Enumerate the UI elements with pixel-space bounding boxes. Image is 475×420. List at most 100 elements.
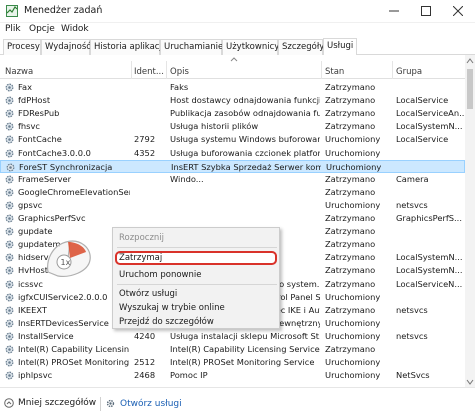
cell-name: Intel(R) PROSet Monitoring...	[18, 357, 130, 368]
cell-name: FontCache3.0.0.0	[18, 147, 91, 158]
column-divider[interactable]	[392, 61, 393, 79]
column-header-pid[interactable]: Ident...	[134, 67, 164, 77]
cell-state: Zatrzymano	[325, 121, 376, 132]
cell-description: Usługa historii plików	[170, 121, 259, 132]
cell-description: InsERT Szybka Sprzedaż Serwer komu...	[171, 161, 321, 172]
menu-separator	[117, 284, 277, 285]
cell-state: Uruchomiony	[325, 370, 381, 381]
menu-separator	[117, 247, 277, 248]
tab-historia-aplikacji[interactable]: Historia aplikacji	[90, 39, 164, 55]
table-row[interactable]: fhsvc Usługa historii plików Zatrzymano Loc…	[0, 120, 465, 133]
table-row[interactable]: InstallService 4240 Usługa instalacji skle…	[0, 330, 465, 343]
window-title: Menedżer zadań	[24, 5, 103, 16]
table-row[interactable]: FontCache3.0.0.0 4352 Usługa buforowania c…	[0, 147, 465, 160]
menu-item-start[interactable]: Rozpocznij	[119, 232, 275, 245]
column-header-name[interactable]: Nazwa	[5, 67, 33, 77]
table-row[interactable]: GraphicsPerfSvc Zatrzymano GraphicsPerfS..…	[0, 212, 465, 225]
table-row[interactable]: FDResPub Publikacja zasobów odnajdowania …	[0, 107, 465, 120]
cell-name: FontCache	[18, 134, 62, 145]
service-gear-icon	[5, 227, 14, 236]
cell-state: Zatrzymano	[325, 252, 376, 263]
cell-description: Pomoc IP	[170, 370, 208, 381]
cell-name: fdPHost	[18, 95, 51, 106]
service-gear-icon	[5, 214, 14, 223]
scroll-thumb[interactable]	[467, 69, 473, 109]
cell-state: Uruchomiony	[325, 147, 381, 158]
column-divider[interactable]	[321, 61, 322, 79]
scroll-down-icon[interactable]	[466, 379, 474, 385]
service-gear-icon	[5, 201, 14, 210]
cell-group: LocalSystemN...	[396, 121, 463, 132]
cell-state: Zatrzymano	[325, 265, 376, 276]
close-button[interactable]	[442, 0, 474, 22]
menu-widok[interactable]: Widok	[61, 24, 89, 34]
cell-name: GraphicsPerfSvc	[18, 213, 86, 223]
mouse-cursor-icon: 1x	[47, 240, 91, 277]
cell-state: Uruchomiony	[326, 161, 382, 172]
services-list: Nazwa Ident... Opis Stan Grupa Fax Faks Za…	[0, 55, 475, 388]
maximize-button[interactable]	[410, 0, 442, 22]
svg-text:1x: 1x	[61, 258, 71, 267]
cell-state: Zatrzymano	[325, 226, 376, 237]
cell-state: Uruchomiony	[325, 134, 381, 145]
column-header-description[interactable]: Opis	[170, 67, 189, 77]
column-header-state[interactable]: Stan	[325, 67, 344, 77]
tab-uzytkownicy[interactable]: Użytkownicy	[222, 39, 279, 55]
cell-name: iphlpsvc	[18, 370, 53, 381]
cell-state: Uruchomiony	[325, 291, 381, 302]
table-row[interactable]: GoogleChromeElevationSer... Zatrzymano	[0, 186, 465, 199]
table-row[interactable]: Intel(R) PROSet Monitoring... 2512 Intel(R…	[0, 356, 465, 369]
menu-item-restart[interactable]: Uruchom ponownie	[119, 269, 275, 282]
service-gear-icon	[5, 188, 14, 197]
cell-group: LocalSystemN...	[396, 265, 463, 276]
table-row[interactable]: iphlpsvc 2468 Pomoc IP Uruchomiony NetSvcs	[0, 369, 465, 382]
tab-szczegoly[interactable]: Szczegóły	[278, 39, 324, 55]
cell-state: Uruchomiony	[325, 317, 381, 328]
service-gear-icon	[5, 332, 14, 341]
table-row[interactable]: FrameServer Windo... Zatrzymano Camera	[0, 173, 465, 186]
service-gear-icon	[5, 135, 14, 144]
cell-name: GoogleChromeElevationSer...	[18, 186, 130, 197]
service-gear-icon	[5, 175, 14, 184]
vertical-scrollbar[interactable]	[465, 55, 475, 387]
tab-wydajnosc[interactable]: Wydajność	[41, 39, 91, 55]
table-row[interactable]: FontCache 2792 Usługa systemu Windows bufo…	[0, 133, 465, 146]
service-gear-icon	[5, 345, 14, 354]
cell-group: netsvcs	[396, 304, 428, 315]
table-row[interactable]: fdPHost Host dostawcy odnajdowania funkcj…	[0, 94, 465, 107]
cell-state: Uruchomiony	[325, 330, 381, 341]
column-header-group[interactable]: Grupa	[396, 67, 422, 77]
fewer-details-label: Mniej szczegółów	[18, 398, 97, 408]
minimize-button[interactable]	[378, 0, 410, 22]
menu-plik[interactable]: Plik	[5, 24, 21, 34]
service-gear-icon	[5, 253, 14, 262]
table-row[interactable]: Intel(R) Capability Licensin... Intel(R) …	[0, 343, 465, 356]
menu-opcje[interactable]: Opcje	[29, 24, 55, 34]
menu-item-stop[interactable]: Zatrzymaj	[115, 251, 277, 265]
service-gear-icon	[5, 149, 14, 157]
cell-state: Zatrzymano	[325, 95, 376, 106]
scroll-up-icon[interactable]	[466, 58, 474, 64]
fewer-details-button[interactable]: Mniej szczegółów	[4, 398, 96, 408]
column-divider[interactable]	[131, 61, 132, 79]
tab-uslugi[interactable]: Usługi	[323, 38, 357, 55]
tab-uruchamianie[interactable]: Uruchamianie	[160, 39, 223, 55]
cell-state: Zatrzymano	[325, 82, 376, 92]
cell-group: LocalSystemN...	[396, 252, 463, 263]
menu-item-go-to-details[interactable]: Przejdź do szczegółów	[119, 316, 275, 329]
column-divider[interactable]	[166, 61, 167, 79]
cell-state: Zatrzymano	[325, 278, 376, 289]
menu-item-search-online[interactable]: Wyszukaj w trybie online	[119, 302, 275, 315]
table-row[interactable]: Fax Faks Zatrzymano	[0, 81, 465, 94]
cell-group: netsvcs	[396, 330, 428, 341]
table-row[interactable]: gpsvc Uruchomiony netsvcs	[0, 199, 465, 212]
cell-name: gpsvc	[18, 199, 43, 210]
cell-description: Windo...	[170, 173, 204, 184]
open-services-link[interactable]: Otwórz usługi	[105, 398, 182, 409]
cell-name: InstallService	[18, 330, 74, 341]
menu-item-open-services[interactable]: Otwórz usługi	[119, 288, 275, 301]
cell-name: ForeST Synchronizacja	[19, 161, 113, 172]
tab-procesy[interactable]: Procesy	[3, 39, 41, 55]
table-row[interactable]: ForeST Synchronizacja InsERT Szybka Sprze…	[0, 159, 465, 173]
service-gear-icon	[5, 109, 14, 118]
